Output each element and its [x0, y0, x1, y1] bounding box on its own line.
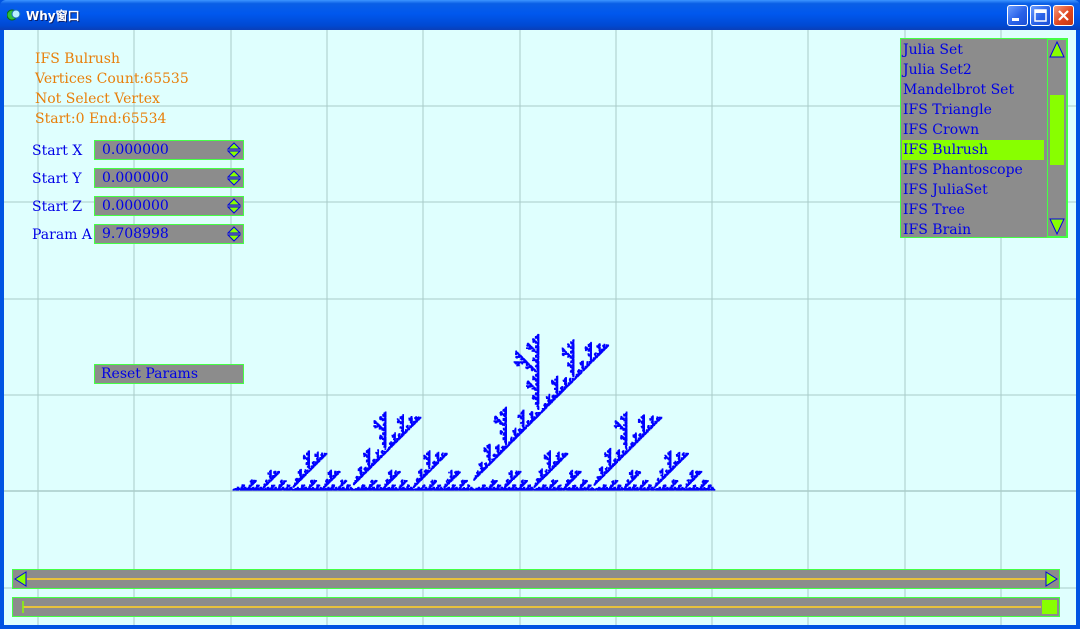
spinner-arrows-icon[interactable] — [225, 225, 243, 243]
list-item[interactable]: Julia Set2 — [902, 60, 1044, 80]
list-item[interactable]: IFS Crown — [902, 120, 1044, 140]
start-x-spinner[interactable]: 0.000000 — [94, 140, 244, 160]
param-a-label: Param A — [32, 227, 93, 243]
list-item[interactable]: IFS JuliaSet — [902, 180, 1044, 200]
fractal-list[interactable]: Julia Set Julia Set2 Mandelbrot Set IFS … — [900, 38, 1068, 238]
slider-track[interactable] — [13, 598, 1059, 616]
list-item[interactable]: IFS Tree — [902, 200, 1044, 220]
close-icon — [1058, 10, 1069, 21]
start-x-value[interactable]: 0.000000 — [102, 142, 169, 158]
close-button[interactable] — [1053, 5, 1074, 26]
window-title: Why窗口 — [26, 9, 80, 23]
start-x-label: Start X — [32, 143, 83, 159]
scroll-right-icon[interactable] — [1045, 571, 1058, 587]
start-y-label: Start Y — [32, 171, 82, 187]
start-y-value[interactable]: 0.000000 — [102, 170, 169, 186]
start-z-value[interactable]: 0.000000 — [102, 198, 169, 214]
list-vertical-scrollbar[interactable] — [1047, 39, 1067, 237]
param-a-spinner[interactable]: 9.708998 — [94, 224, 244, 244]
list-item[interactable]: IFS Brain — [902, 220, 1044, 240]
list-item[interactable]: Mandelbrot Set — [902, 80, 1044, 100]
start-y-spinner[interactable]: 0.000000 — [94, 168, 244, 188]
range-text: Start:0 End:65534 — [35, 111, 167, 127]
client-area: IFS Bulrush Vertices Count:65535 Not Sel… — [4, 30, 1076, 625]
ifs-bulrush-fractal — [232, 333, 716, 491]
vertex-selection-text: Not Select Vertex — [35, 91, 160, 107]
list-item[interactable]: IFS Triangle — [902, 100, 1044, 120]
param-a-value[interactable]: 9.708998 — [102, 226, 169, 242]
scrollbar-track[interactable] — [13, 570, 1059, 588]
vertices-count-text: Vertices Count:65535 — [35, 71, 189, 87]
list-item[interactable]: Julia Set — [902, 40, 1044, 60]
app-icon — [7, 9, 21, 21]
scroll-thumb[interactable] — [1050, 95, 1064, 165]
reset-params-button[interactable]: Reset Params — [94, 364, 244, 384]
title-bar[interactable]: Why窗口 — [0, 0, 1080, 30]
horizontal-scrollbar-1[interactable] — [12, 569, 1060, 589]
start-z-label: Start Z — [32, 199, 83, 215]
list-item-selected[interactable]: IFS Bulrush — [902, 140, 1044, 160]
minimize-icon — [1012, 18, 1019, 21]
maximize-icon — [1034, 9, 1047, 22]
list-item[interactable]: IFS Phantoscope — [902, 160, 1044, 180]
slider-thumb[interactable] — [1042, 600, 1057, 614]
scroll-left-icon[interactable] — [14, 571, 27, 587]
fractal-name-text: IFS Bulrush — [35, 51, 120, 67]
spinner-arrows-icon[interactable] — [225, 169, 243, 187]
fractal-points — [232, 333, 716, 491]
minimize-button[interactable] — [1007, 5, 1028, 26]
maximize-button[interactable] — [1030, 5, 1051, 26]
spinner-arrows-icon[interactable] — [225, 197, 243, 215]
spinner-arrows-icon[interactable] — [225, 141, 243, 159]
start-z-spinner[interactable]: 0.000000 — [94, 196, 244, 216]
app-window: Why窗口 IFS Bulrush Vertices Count:65535 N… — [0, 0, 1080, 629]
horizontal-scrollbar-2[interactable] — [12, 597, 1060, 617]
